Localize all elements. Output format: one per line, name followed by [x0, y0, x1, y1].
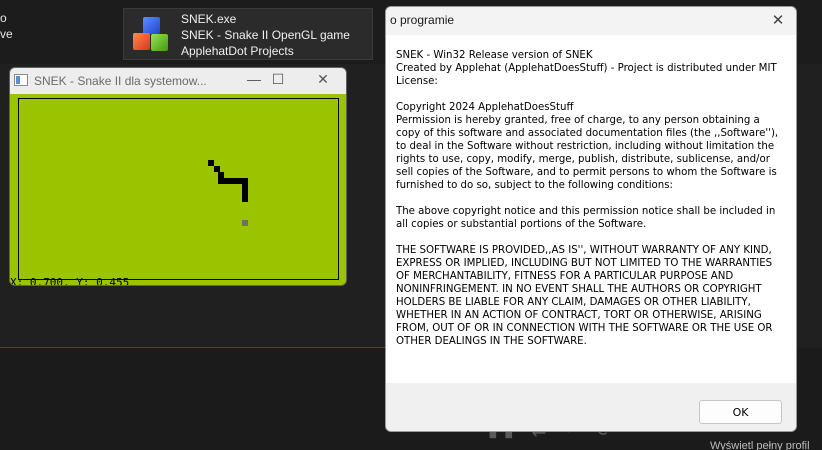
snake-window-titlebar[interactable]: SNEK - Snake II dla systemow... — ☐ ✕ [10, 68, 346, 94]
about-dialog[interactable]: o programie ✕ SNEK - Win32 Release versi… [385, 6, 797, 432]
author-line: Created by Applehat (ApplehatDoesStuff) … [396, 63, 777, 87]
snake-segment [242, 196, 248, 202]
green-cube [151, 34, 168, 51]
taskbar-tooltip[interactable]: SNEK.exe SNEK - Snake II OpenGL game App… [123, 8, 373, 60]
game-canvas[interactable]: X: 0.700, Y: 0.455 [10, 94, 346, 285]
copyright-line: Copyright 2024 ApplehatDoesStuff [396, 102, 574, 113]
close-icon[interactable]: ✕ [311, 71, 335, 88]
colored-cubes-icon [129, 14, 171, 56]
window-app-icon [14, 74, 28, 86]
about-body: SNEK - Win32 Release version of SNEK Cre… [386, 35, 796, 383]
tooltip-exe-name: SNEK.exe [181, 12, 237, 26]
cursor-coordinates: X: 0.700, Y: 0.455 [10, 276, 130, 286]
background-text-1: o [0, 11, 7, 25]
release-line: SNEK - Win32 Release version of SNEK [396, 50, 593, 61]
tooltip-company: ApplehatDot Projects [181, 44, 294, 58]
snake-game-window[interactable]: SNEK - Snake II dla systemow... — ☐ ✕ X:… [9, 67, 347, 286]
playfield-border [18, 98, 339, 280]
tooltip-description: SNEK - Snake II OpenGL game [181, 28, 350, 42]
about-footer: OK [386, 383, 796, 431]
license-text: SNEK - Win32 Release version of SNEK Cre… [396, 49, 780, 361]
permission-paragraph: Permission is hereby granted, free of ch… [396, 115, 779, 191]
snake-segment [236, 178, 242, 184]
blue-cube [143, 17, 160, 34]
about-title: o programie [390, 13, 455, 27]
maximize-icon[interactable]: ☐ [266, 71, 290, 88]
ok-button[interactable]: OK [699, 400, 782, 424]
snake-food [242, 220, 248, 226]
disclaimer-paragraph: THE SOFTWARE IS PROVIDED,,AS IS'', WITHO… [396, 245, 773, 347]
close-icon[interactable]: ✕ [768, 11, 788, 29]
snake-window-title: SNEK - Snake II dla systemow... [34, 74, 207, 88]
red-cube [133, 33, 150, 50]
notice-paragraph: The above copyright notice and this perm… [396, 206, 776, 230]
profile-link[interactable]: Wyświetl pełny profil [710, 440, 810, 450]
minimize-icon[interactable]: — [242, 71, 266, 87]
background-text-2: ve [0, 27, 13, 41]
about-titlebar[interactable]: o programie ✕ [386, 7, 796, 35]
